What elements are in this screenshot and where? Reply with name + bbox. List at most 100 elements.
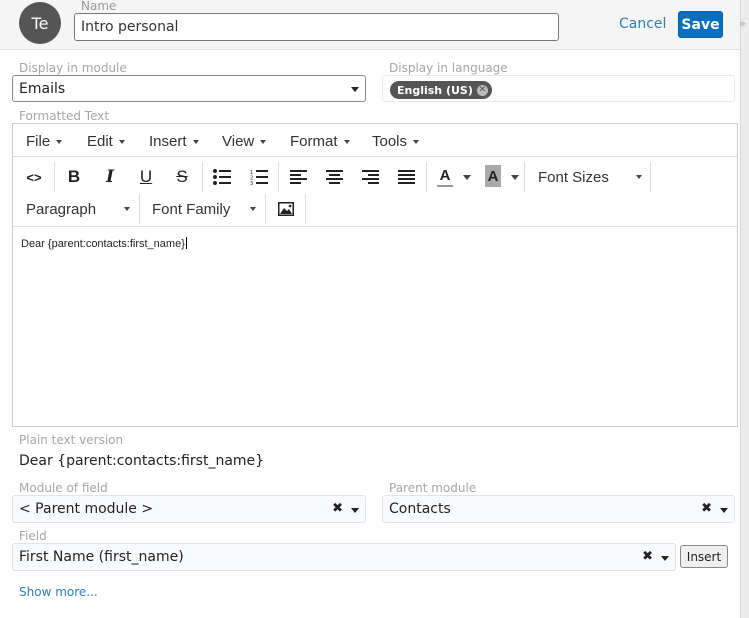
editor-menubar: File Edit Insert View Format Tools	[13, 124, 737, 157]
menu-format[interactable]: Format	[290, 133, 350, 150]
menu-file-label: File	[26, 133, 51, 150]
header-bar: Te Name Cancel Save	[0, 0, 740, 50]
editor-content-area[interactable]: Dear {parent:contacts:first_name}	[13, 226, 737, 426]
parent-module-label: Parent module	[389, 481, 477, 495]
module-of-field-select[interactable]: < Parent module > ✖	[12, 495, 366, 523]
menu-tools-label: Tools	[372, 133, 408, 150]
display-language-label: Display in language	[389, 61, 508, 75]
bullet-list-button[interactable]	[211, 165, 233, 189]
clear-icon[interactable]: ✖	[332, 501, 343, 516]
toolbar-separator	[305, 194, 306, 224]
chevron-down-icon	[56, 139, 63, 144]
remove-tag-icon[interactable]: ✕	[476, 84, 488, 96]
module-of-field-value: < Parent module >	[19, 501, 154, 517]
rich-text-editor: File Edit Insert View Format Tools <> B …	[12, 123, 738, 427]
insert-field-button[interactable]: Insert	[680, 545, 728, 568]
menu-view[interactable]: View	[222, 133, 267, 150]
display-module-select[interactable]: Emails	[12, 75, 366, 102]
numbered-list-icon: 123	[250, 170, 268, 185]
background-color-dropdown-icon[interactable]	[511, 175, 519, 180]
justify-button[interactable]	[395, 165, 417, 189]
toolbar-separator	[139, 194, 140, 224]
toolbar-separator	[524, 162, 525, 192]
chevron-down-icon	[636, 175, 642, 179]
bullet-list-icon	[213, 169, 231, 185]
formatted-text-label: Formatted Text	[19, 109, 110, 123]
source-code-button[interactable]: <>	[23, 165, 45, 189]
menu-insert-label: Insert	[149, 133, 187, 150]
chevron-down-icon	[250, 207, 256, 211]
image-icon	[278, 202, 294, 216]
language-tag: English (US) ✕	[390, 81, 492, 99]
parent-module-value: Contacts	[389, 501, 451, 517]
toolbar-separator	[426, 162, 427, 192]
text-color-button[interactable]: A	[437, 165, 453, 187]
menu-view-label: View	[222, 133, 255, 150]
toolbar-separator	[265, 194, 266, 224]
align-right-button[interactable]	[359, 165, 381, 189]
chevron-down-icon	[260, 139, 267, 144]
menu-insert[interactable]: Insert	[149, 133, 199, 150]
paragraph-dropdown[interactable]: Paragraph	[26, 197, 130, 221]
double-chevron-right-icon[interactable]: »	[739, 17, 746, 30]
name-input[interactable]	[74, 13, 559, 41]
display-module-value: Emails	[19, 80, 66, 97]
align-right-icon	[361, 169, 379, 184]
font-sizes-label: Font Sizes	[538, 168, 609, 186]
align-center-button[interactable]	[323, 165, 345, 189]
toolbar-separator	[202, 162, 203, 192]
background-color-button[interactable]: A	[485, 165, 501, 187]
font-family-dropdown[interactable]: Font Family	[152, 197, 256, 221]
field-value: First Name (first_name)	[19, 549, 184, 565]
align-center-icon	[325, 169, 343, 184]
chevron-down-icon	[192, 139, 199, 144]
insert-image-button[interactable]	[275, 197, 297, 221]
field-select[interactable]: First Name (first_name) ✖	[12, 543, 676, 571]
field-label: Field	[19, 529, 47, 543]
show-more-link[interactable]: Show more...	[19, 585, 98, 599]
display-module-label: Display in module	[19, 61, 127, 75]
parent-module-select[interactable]: Contacts ✖	[382, 495, 735, 523]
chevron-down-icon	[343, 139, 350, 144]
font-family-label: Font Family	[152, 200, 231, 218]
chevron-down-icon	[413, 139, 420, 144]
chevron-down-icon	[118, 139, 125, 144]
paragraph-label: Paragraph	[26, 200, 97, 218]
module-of-field-label: Module of field	[19, 481, 108, 495]
menu-edit-label: Edit	[87, 133, 113, 150]
chevron-down-icon	[351, 87, 359, 92]
strikethrough-button[interactable]: S	[171, 165, 193, 189]
numbered-list-button[interactable]: 123	[248, 165, 270, 189]
menu-edit[interactable]: Edit	[87, 133, 125, 150]
chevron-down-icon	[124, 207, 130, 211]
font-sizes-dropdown[interactable]: Font Sizes	[538, 165, 642, 189]
menu-tools[interactable]: Tools	[372, 133, 420, 150]
chevron-down-icon	[720, 508, 728, 513]
clear-icon[interactable]: ✖	[701, 501, 712, 516]
plain-text-value: Dear {parent:contacts:first_name}	[19, 453, 265, 469]
language-tag-label: English (US)	[397, 83, 473, 97]
cancel-button[interactable]: Cancel	[619, 16, 666, 32]
underline-button[interactable]: U	[135, 165, 157, 189]
chevron-down-icon	[661, 556, 669, 561]
clear-icon[interactable]: ✖	[642, 549, 653, 564]
align-left-icon	[289, 169, 307, 184]
name-label: Name	[81, 0, 117, 13]
align-left-button[interactable]	[287, 165, 309, 189]
menu-format-label: Format	[290, 133, 338, 150]
chevron-down-icon	[351, 508, 359, 513]
toolbar-separator	[650, 162, 651, 192]
editor-content-text: Dear {parent:contacts:first_name}	[21, 238, 185, 250]
text-color-dropdown-icon[interactable]	[463, 175, 471, 180]
save-button[interactable]: Save	[678, 11, 723, 38]
toolbar-separator	[54, 162, 55, 192]
side-panel-toggle[interactable]	[740, 0, 749, 618]
toolbar-separator	[278, 162, 279, 192]
justify-icon	[397, 169, 415, 184]
display-language-input[interactable]: English (US) ✕	[382, 75, 735, 102]
plain-text-label: Plain text version	[19, 433, 124, 447]
bold-button[interactable]: B	[63, 165, 85, 189]
italic-button[interactable]: I	[99, 165, 121, 189]
editor-toolbar: <> B I U S 123 A A Font Sizes Paragraph …	[13, 158, 737, 226]
menu-file[interactable]: File	[26, 133, 63, 150]
